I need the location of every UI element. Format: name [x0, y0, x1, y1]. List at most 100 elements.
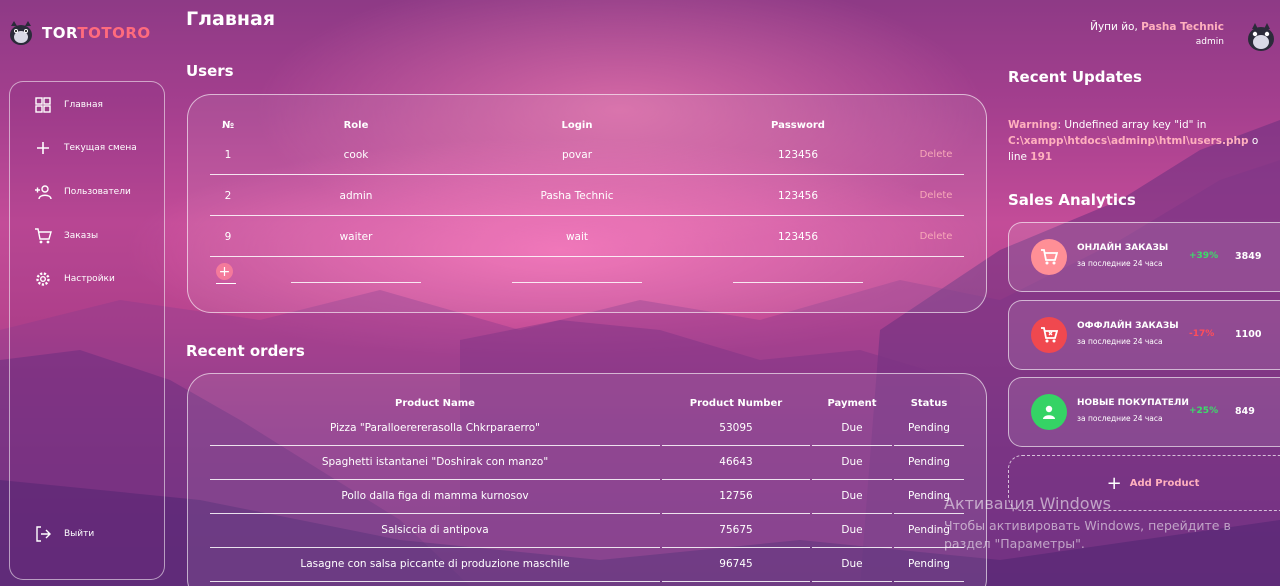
user-role-cell: waiter: [339, 231, 373, 243]
sidebar-item-users[interactable]: Пользователи: [34, 183, 131, 201]
row-divider: [210, 174, 964, 175]
totoro-logo-icon: [10, 21, 32, 45]
row-divider: [662, 581, 810, 582]
row-divider: [812, 445, 892, 446]
dashboard-icon: [35, 97, 51, 113]
user-name[interactable]: Pasha Technic: [1141, 21, 1224, 33]
user-login-cell: wait: [565, 231, 589, 243]
status-cell: Pending: [908, 558, 950, 570]
delete-user-link[interactable]: Delete: [908, 231, 964, 242]
row-divider: [812, 547, 892, 548]
user-role-cell: cook: [343, 149, 369, 161]
row-divider: [210, 256, 964, 257]
column-header-login: Login: [561, 120, 593, 131]
path-suffix: o: [1248, 135, 1259, 147]
row-divider: [662, 547, 810, 548]
product-name-cell: Spaghetti istantanei "Doshirak con manzo…: [321, 456, 549, 468]
sidebar-item-label: Выйти: [64, 529, 95, 539]
product-number-cell: 12756: [719, 490, 753, 502]
delete-user-link[interactable]: Delete: [908, 149, 964, 160]
user-login-cell: povar: [561, 149, 593, 161]
sidebar-item-home[interactable]: Главная: [34, 96, 103, 114]
new-login-input[interactable]: [512, 282, 642, 283]
new-password-input[interactable]: [733, 282, 863, 283]
users-section-title: Users: [186, 62, 234, 80]
delete-user-link[interactable]: Delete: [908, 190, 964, 201]
line-prefix: line: [1008, 151, 1031, 163]
sales-card-title: ОНЛАЙН ЗАКАЗЫ: [1077, 243, 1169, 253]
row-divider: [210, 513, 660, 514]
warning-text: : Undefined array key "id" in: [1057, 119, 1207, 131]
users-table: № Role Login Password 1 cook povar 12345…: [187, 94, 987, 313]
add-button-underline: [216, 283, 236, 284]
user-role-cell: admin: [339, 190, 373, 202]
sidebar: Главная Текущая смена Пользователи Заказ…: [9, 81, 165, 580]
new-role-input[interactable]: [291, 282, 421, 283]
column-header-password: Password: [771, 120, 825, 131]
sales-card-value: 3849: [1235, 251, 1262, 262]
row-divider: [662, 513, 810, 514]
product-number-cell: 96745: [719, 558, 753, 570]
sales-card-value: 1100: [1235, 329, 1262, 340]
product-name-cell: Salsiccia di antipova: [381, 524, 489, 536]
add-user-icon: [35, 185, 52, 200]
payment-cell: Due: [841, 524, 863, 536]
logout-icon: [36, 526, 51, 542]
add-product-label: Add Product: [1129, 477, 1200, 489]
brand-name: TORTOTORO: [42, 24, 151, 42]
row-divider: [210, 547, 660, 548]
orders-table: Product Name Product Number Payment Stat…: [187, 373, 987, 586]
brand-name-part-b: TOTORO: [77, 24, 151, 42]
avatar[interactable]: [1246, 21, 1276, 51]
payment-cell: Due: [841, 558, 863, 570]
sidebar-item-label: Текущая смена: [64, 143, 137, 153]
activation-line-2: раздел "Параметры".: [944, 536, 1085, 551]
file-path: C:\xampp\htdocs\adminp\html\users.php: [1008, 135, 1249, 147]
sidebar-item-settings[interactable]: Настройки: [34, 270, 115, 288]
recent-updates-title: Recent Updates: [1008, 68, 1142, 86]
brand-name-part-a: TOR: [42, 24, 78, 42]
user-number-cell: 2: [224, 190, 232, 202]
sales-card-offline-orders[interactable]: ОФФЛАЙН ЗАКАЗЫ за последние 24 часа -17%…: [1008, 300, 1280, 370]
sales-card-new-customers[interactable]: НОВЫЕ ПОКУПАТЕЛИ за последние 24 часа +2…: [1008, 377, 1280, 447]
sales-analytics-title: Sales Analytics: [1008, 191, 1136, 209]
sidebar-item-logout[interactable]: Выйти: [34, 525, 94, 543]
row-divider: [210, 215, 964, 216]
user-password-cell: 123456: [777, 190, 819, 202]
sales-card-online-orders[interactable]: ОНЛАЙН ЗАКАЗЫ за последние 24 часа +39% …: [1008, 222, 1280, 292]
add-user-button[interactable]: +: [216, 263, 233, 280]
sidebar-item-label: Пользователи: [64, 187, 131, 197]
row-divider: [894, 581, 964, 582]
user-login-cell: Pasha Technic: [540, 190, 614, 202]
sales-icon-bg: [1031, 394, 1067, 430]
payment-cell: Due: [841, 456, 863, 468]
sales-card-percent: -17%: [1189, 329, 1215, 339]
row-divider: [210, 445, 660, 446]
cart-icon: [1041, 249, 1058, 265]
product-name-cell: Pizza "Paralloerererasolla Chkrparaerro": [330, 422, 540, 434]
product-name-cell: Pollo dalla figa di mamma kurnosov: [341, 490, 529, 502]
product-number-cell: 46643: [719, 456, 753, 468]
sales-icon-bg: [1031, 239, 1067, 275]
column-header-payment: Payment: [827, 398, 877, 409]
line-number: 191: [1030, 151, 1053, 163]
user-password-cell: 123456: [777, 149, 819, 161]
sales-card-subtitle: за последние 24 часа: [1077, 414, 1163, 423]
plus-icon: +: [1106, 472, 1122, 494]
sales-icon-bg: [1031, 317, 1067, 353]
person-icon: [1043, 405, 1055, 419]
user-number-cell: 9: [224, 231, 232, 243]
column-header-number: №: [221, 120, 235, 131]
page-title: Главная: [186, 8, 276, 30]
activation-line-1: Чтобы активировать Windows, перейдите в: [944, 518, 1231, 533]
warning-label: Warning: [1008, 119, 1058, 131]
column-header-product-number: Product Number: [689, 398, 783, 409]
plus-icon: [37, 142, 49, 154]
column-header-role: Role: [343, 120, 369, 131]
sidebar-item-orders[interactable]: Заказы: [34, 227, 98, 245]
sidebar-item-label: Главная: [64, 100, 103, 110]
sidebar-item-shift[interactable]: Текущая смена: [34, 139, 137, 157]
sidebar-item-label: Настройки: [64, 274, 115, 284]
brand-logo[interactable]: TORTOTORO: [8, 20, 151, 46]
payment-cell: Due: [841, 422, 863, 434]
